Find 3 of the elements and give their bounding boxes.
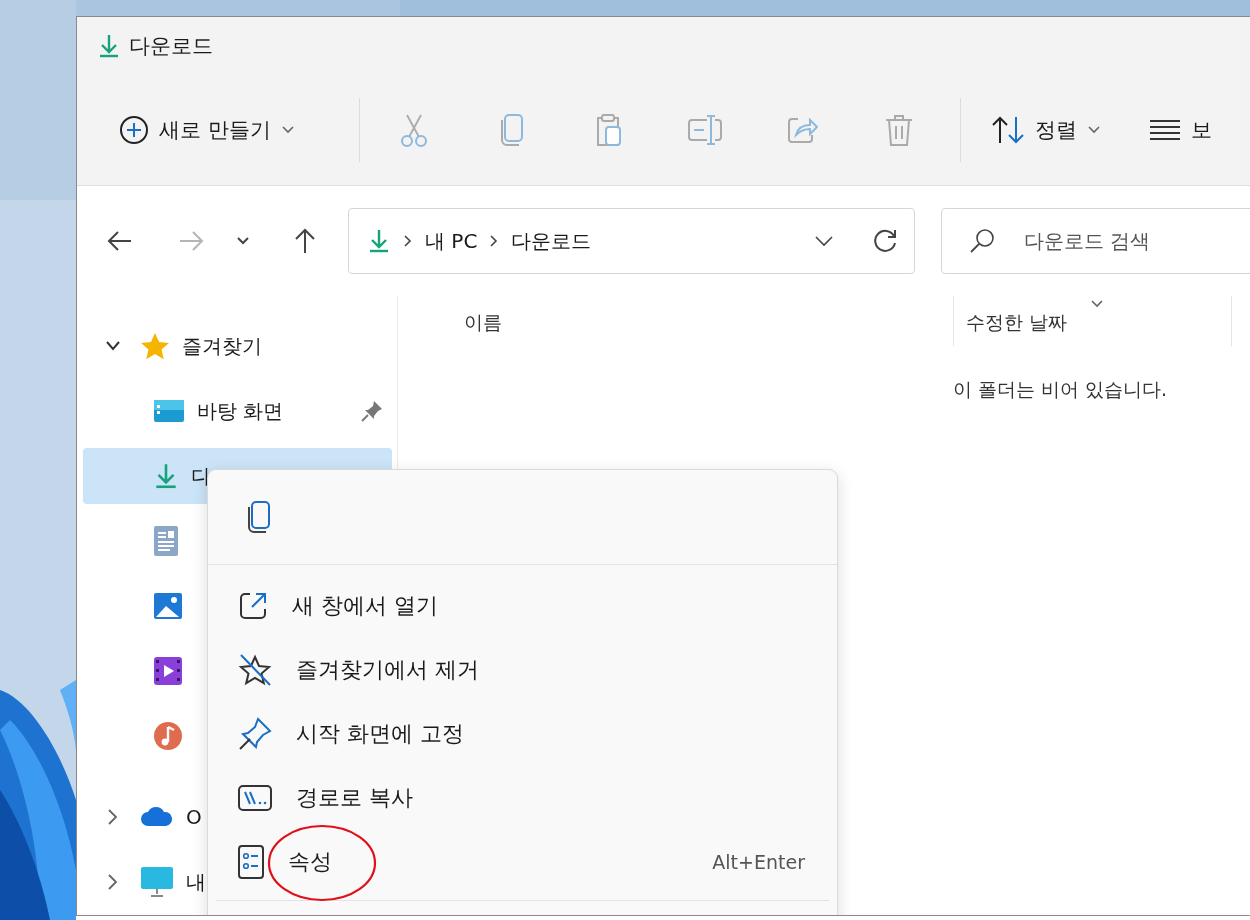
shortcut-text: Alt+Enter <box>712 851 805 873</box>
window-title: 다운로드 <box>129 33 213 60</box>
empty-folder-message: 이 폴더는 비어 있습니다. <box>952 377 1168 402</box>
